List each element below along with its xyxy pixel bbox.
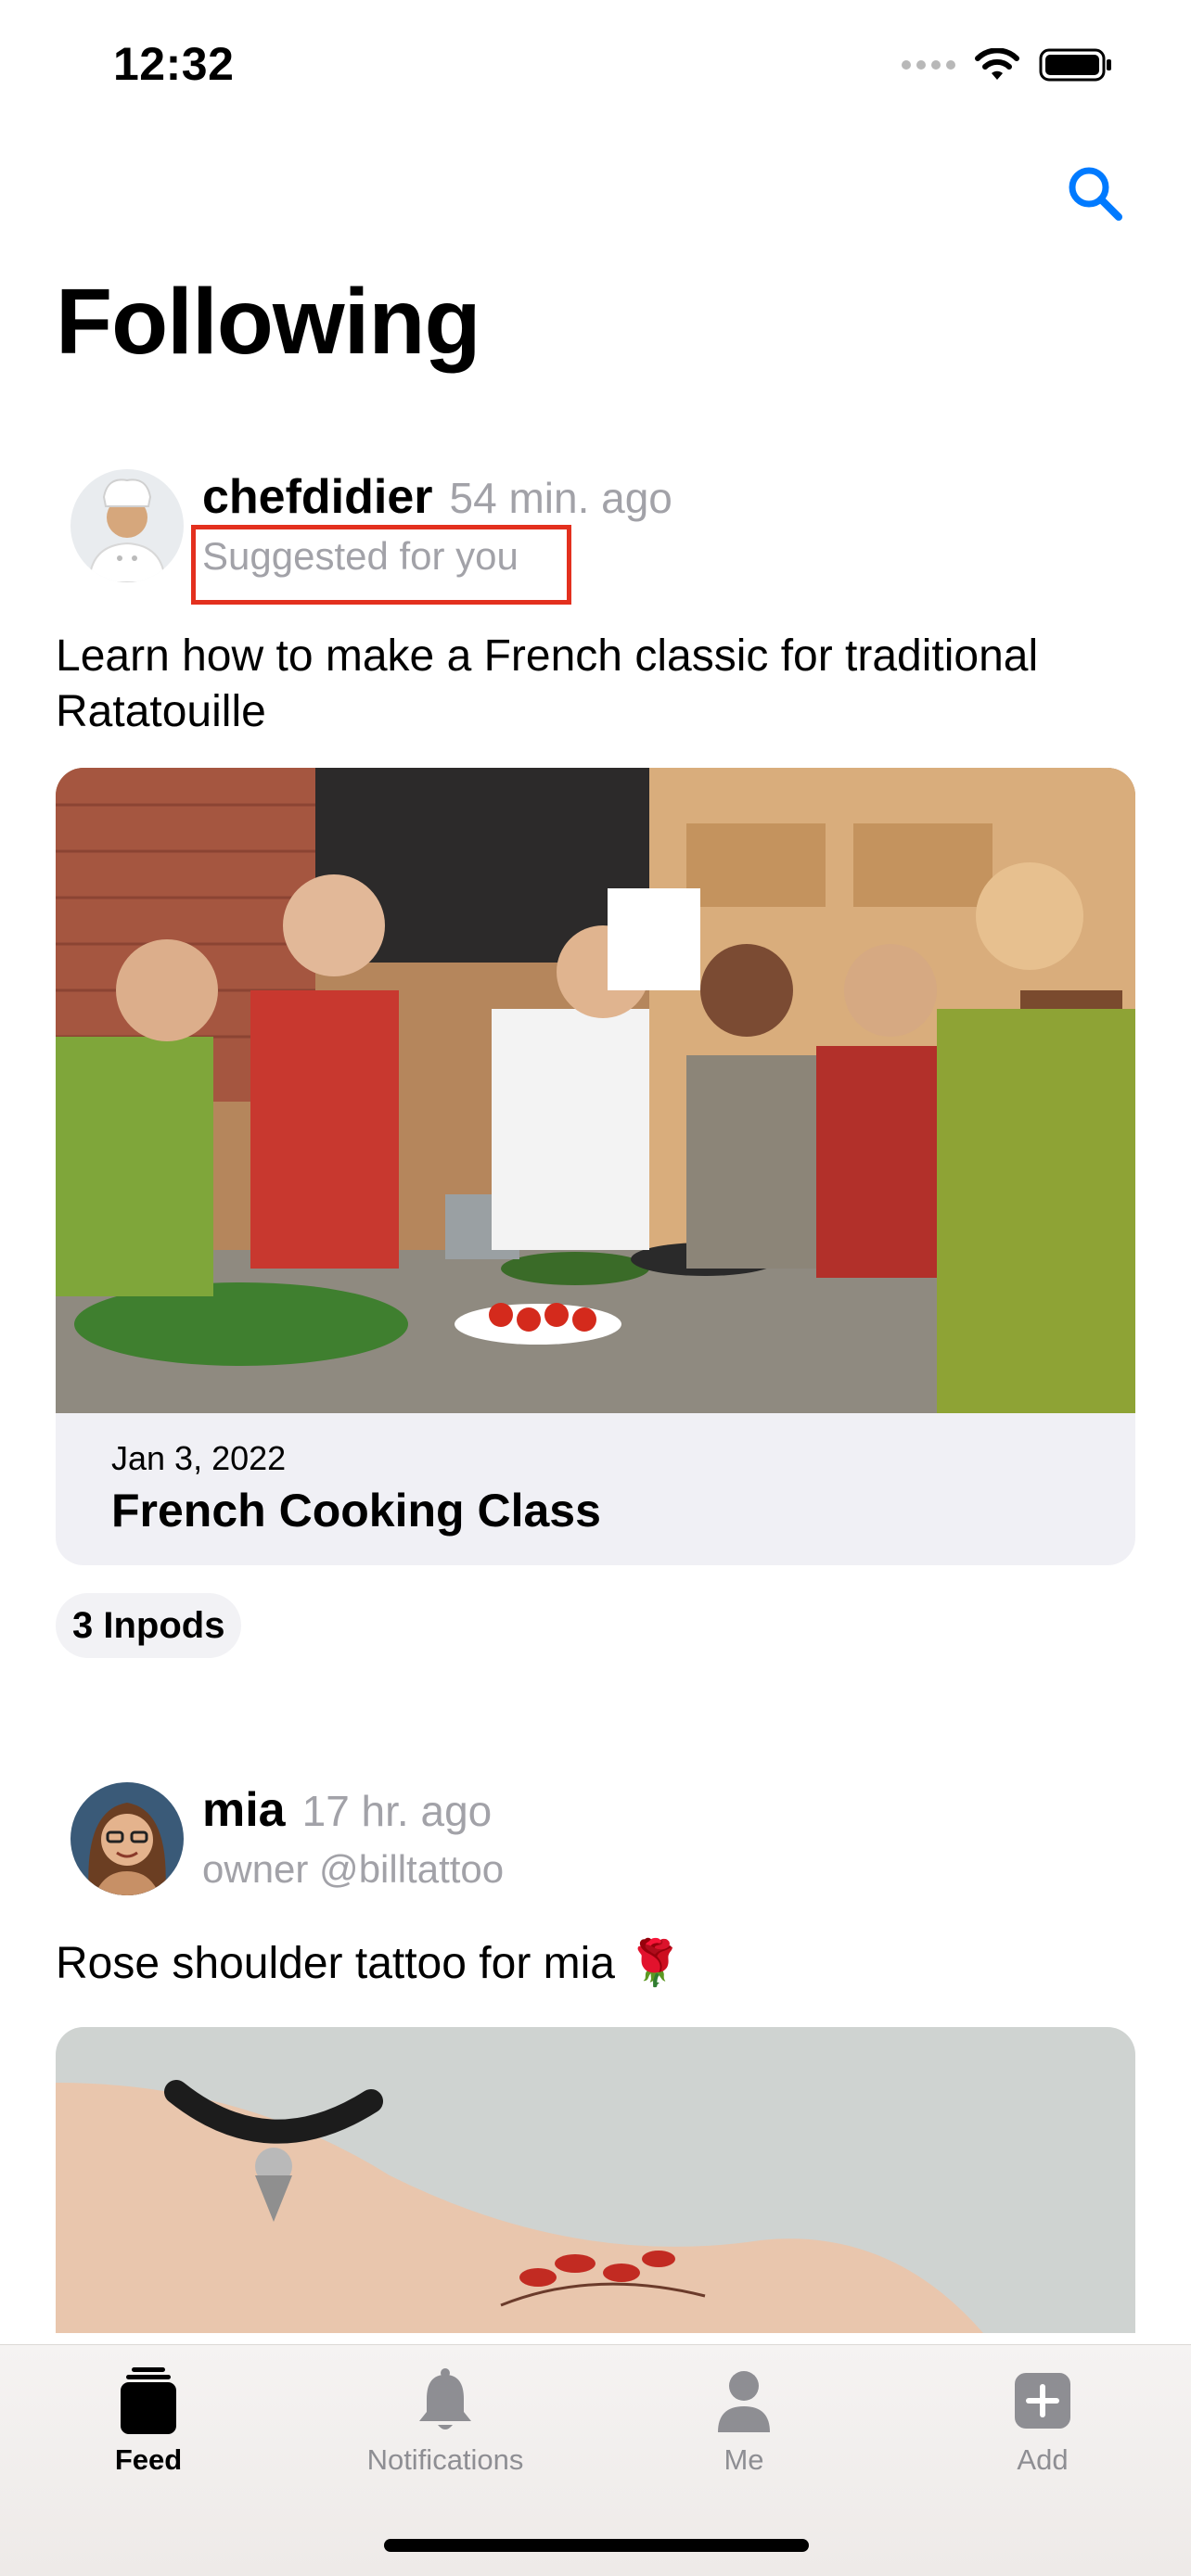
tab-label: Notifications (366, 2443, 524, 2476)
card-date: Jan 3, 2022 (111, 1439, 287, 1477)
tab-notifications[interactable]: Notifications (343, 2366, 547, 2477)
status-time: 12:32 (113, 38, 235, 90)
post-header: mia 17 hr. ago owner @billtattoo (202, 1782, 504, 1892)
avatar[interactable] (70, 1782, 184, 1895)
owner-label[interactable]: owner @billtattoo (202, 1847, 504, 1892)
highlight-box (191, 525, 571, 605)
wifi-icon (975, 48, 1019, 80)
tab-add[interactable]: Add (941, 2366, 1145, 2477)
card-title: French Cooking Class (111, 1485, 601, 1537)
post-time: 17 hr. ago (301, 1787, 493, 1835)
feed-icon (116, 2366, 181, 2436)
search-icon (1069, 167, 1122, 221)
tab-me[interactable]: Me (642, 2366, 846, 2477)
bell-icon (413, 2366, 478, 2436)
inpods-chip[interactable]: 3 Inpods (56, 1593, 242, 1658)
person-icon (711, 2366, 776, 2436)
username[interactable]: chefdidier (202, 469, 433, 525)
home-indicator (384, 2539, 809, 2552)
username[interactable]: mia (202, 1782, 286, 1838)
post-card[interactable] (56, 2027, 1135, 2333)
post-text: Learn how to make a French classic for t… (56, 631, 1039, 736)
search-button[interactable] (1057, 156, 1132, 230)
status-bar: 12:32 (0, 0, 1191, 139)
tab-label: Add (1017, 2443, 1069, 2476)
card-meta: Jan 3, 2022 French Cooking Class (56, 1413, 1135, 1537)
page-title: Following (56, 270, 481, 374)
cellular-signal-icon (902, 60, 955, 70)
plus-square-icon (1010, 2366, 1075, 2436)
battery-icon (1039, 48, 1111, 82)
chef-avatar-image (70, 469, 184, 582)
post-card[interactable]: Jan 3, 2022 French Cooking Class (56, 768, 1135, 1565)
tab-label: Feed (114, 2443, 183, 2476)
cooking-class-image (56, 768, 1135, 1413)
tab-label: Me (724, 2443, 764, 2476)
post-text: Rose shoulder tattoo for mia 🌹 (56, 1939, 684, 1988)
status-icons (902, 46, 1113, 83)
tattoo-image (56, 2027, 1135, 2333)
tab-feed[interactable]: Feed (46, 2366, 250, 2477)
mia-avatar-image (70, 1782, 184, 1895)
post-time: 54 min. ago (449, 474, 672, 522)
avatar[interactable] (70, 469, 184, 582)
